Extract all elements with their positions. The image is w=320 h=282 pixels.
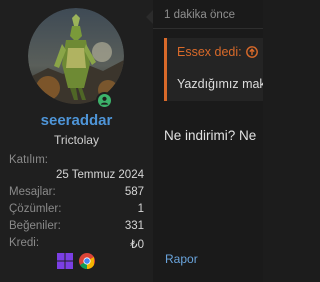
quote-text: Yazdığımız mak	[177, 77, 263, 91]
post-arrow	[146, 10, 153, 24]
joined-value: 25 Temmuz 2024	[55, 169, 144, 181]
messages-label: Mesajlar:	[9, 186, 56, 198]
solutions-value: 1	[137, 203, 144, 215]
quote-author[interactable]: Essex dedi:	[177, 45, 242, 59]
chrome-icon	[79, 253, 95, 269]
user-badges	[57, 253, 95, 269]
user-sidebar: seeraddar Trictolay Katılım: 25 Temmuz 2…	[0, 0, 153, 282]
credits-label: Kredi:	[9, 237, 40, 249]
online-status-icon	[96, 92, 113, 109]
post-body: 1 dakika önce Essex dedi: Yazdığımız mak…	[153, 0, 263, 282]
quote-block: Essex dedi: Yazdığımız mak	[164, 38, 263, 101]
windows-icon	[57, 253, 73, 269]
likes-value: 331	[124, 220, 144, 232]
post-header-divider	[153, 28, 263, 29]
post-message: Ne indirimi? Ne	[164, 128, 257, 143]
solutions-label: Çözümler:	[9, 203, 62, 215]
likes-label: Beğeniler:	[9, 220, 61, 232]
arrow-up-circle-icon[interactable]	[245, 46, 258, 58]
avatar-container[interactable]	[28, 8, 124, 109]
quote-header[interactable]: Essex dedi:	[177, 45, 258, 59]
post-time-link[interactable]: 1 dakika önce	[164, 9, 235, 21]
joined-label: Katılım:	[9, 154, 48, 166]
user-title: Trictolay	[54, 133, 99, 147]
report-link[interactable]: Rapor	[165, 252, 198, 266]
credits-value: ₺0	[130, 239, 144, 251]
messages-value[interactable]: 587	[125, 186, 144, 198]
avatar[interactable]	[28, 8, 124, 104]
username-link[interactable]: seeraddar	[0, 112, 153, 129]
